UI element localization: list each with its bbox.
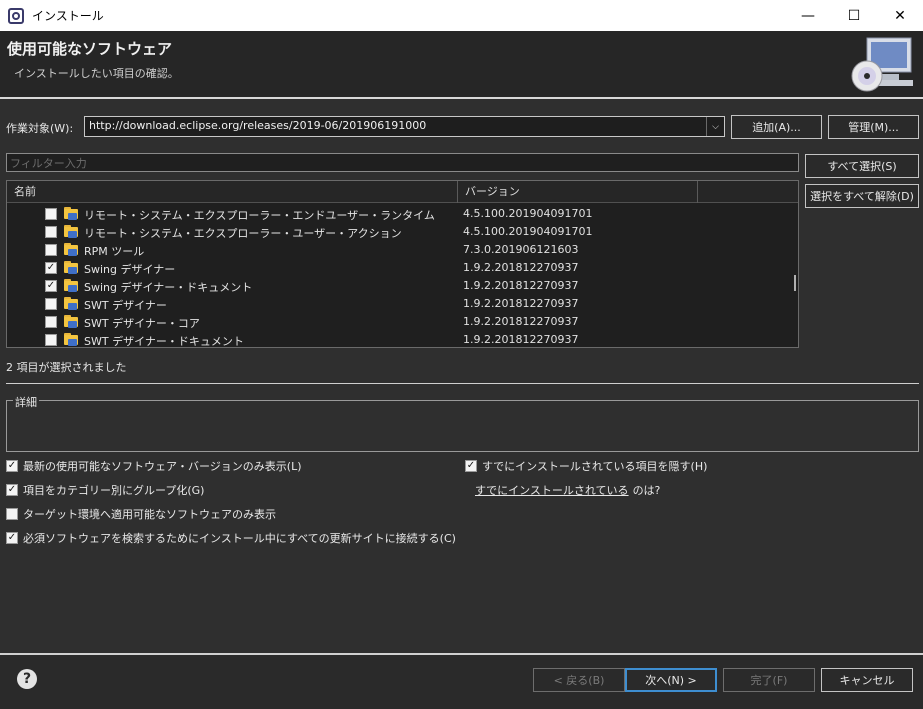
cancel-button[interactable]: キャンセル xyxy=(821,668,913,692)
selection-status: 2 項目が選択されました xyxy=(6,361,127,374)
feature-folder-icon xyxy=(64,261,80,274)
help-icon[interactable]: ? xyxy=(17,669,37,689)
contact-all-sites-checkbox[interactable]: ✓ xyxy=(6,532,18,544)
window-title: インストール xyxy=(32,9,104,23)
close-button[interactable]: ✕ xyxy=(877,0,923,31)
target-env-label: ターゲット環境へ適用可能なソフトウェアのみ表示 xyxy=(23,508,276,521)
table-row[interactable]: RPM ツール 7.3.0.201906121603 xyxy=(7,241,798,259)
row-checkbox[interactable] xyxy=(45,334,57,346)
row-version: 1.9.2.201812270937 xyxy=(463,261,579,274)
row-checkbox[interactable] xyxy=(45,244,57,256)
hide-installed-label: すでにインストールされている項目を隠す(H) xyxy=(482,460,708,473)
row-name: Swing デザイナー xyxy=(84,263,176,276)
scrollbar-thumb[interactable] xyxy=(794,275,796,291)
target-env-option[interactable]: ターゲット環境へ適用可能なソフトウェアのみ表示 xyxy=(6,506,276,522)
table-row[interactable]: SWT デザイナー・コア 1.9.2.201812270937 xyxy=(7,313,798,331)
wizard-title: 使用可能なソフトウェア xyxy=(7,40,173,58)
row-checkbox[interactable]: ✓ xyxy=(45,262,57,274)
work-with-combo[interactable]: http://download.eclipse.org/releases/201… xyxy=(84,116,725,137)
work-with-label: 作業対象(W): xyxy=(6,122,74,135)
manage-sites-button[interactable]: 管理(M)... xyxy=(828,115,919,139)
status-separator xyxy=(6,383,919,384)
column-header-extra[interactable] xyxy=(698,181,798,203)
details-label: 詳細 xyxy=(13,394,39,410)
hide-installed-option[interactable]: ✓ すでにインストールされている項目を隠す(H) xyxy=(465,458,707,474)
row-version: 7.3.0.201906121603 xyxy=(463,243,579,256)
row-name: Swing デザイナー・ドキュメント xyxy=(84,281,253,294)
row-version: 4.5.100.201904091701 xyxy=(463,207,593,220)
already-installed-link[interactable]: すでにインストールされている xyxy=(475,482,629,498)
software-tree-table[interactable]: 名前 バージョン リモート・システム・エクスプローラー・エンドユーザー・ランタイ… xyxy=(6,180,799,348)
eclipse-app-icon xyxy=(8,7,24,24)
work-with-value: http://download.eclipse.org/releases/201… xyxy=(89,119,427,132)
latest-version-only-option[interactable]: ✓ 最新の使用可能なソフトウェア・バージョンのみ表示(L) xyxy=(6,458,302,474)
group-by-category-option[interactable]: ✓ 項目をカテゴリー別にグループ化(G) xyxy=(6,482,204,498)
feature-folder-icon xyxy=(64,297,80,310)
wizard-header: 使用可能なソフトウェア インストールしたい項目の確認。 xyxy=(0,31,923,98)
row-name: SWT デザイナー xyxy=(84,299,167,312)
row-checkbox[interactable] xyxy=(45,226,57,238)
table-row[interactable]: SWT デザイナー 1.9.2.201812270937 xyxy=(7,295,798,313)
row-name: SWT デザイナー・ドキュメント xyxy=(84,335,244,348)
install-computer-cd-icon xyxy=(851,37,913,92)
feature-folder-icon xyxy=(64,207,80,220)
add-site-button[interactable]: 追加(A)... xyxy=(731,115,822,139)
row-checkbox[interactable]: ✓ xyxy=(45,280,57,292)
row-version: 1.9.2.201812270937 xyxy=(463,315,579,328)
table-row[interactable]: リモート・システム・エクスプローラー・ユーザー・アクション 4.5.100.201… xyxy=(7,223,798,241)
feature-folder-icon xyxy=(64,225,80,238)
table-row[interactable]: SWT デザイナー・ドキュメント 1.9.2.201812270937 xyxy=(7,331,798,348)
row-checkbox[interactable] xyxy=(45,316,57,328)
group-by-category-label: 項目をカテゴリー別にグループ化(G) xyxy=(23,484,205,497)
latest-version-only-checkbox[interactable]: ✓ xyxy=(6,460,18,472)
hide-installed-checkbox[interactable]: ✓ xyxy=(465,460,477,472)
filter-input[interactable]: フィルター入力 xyxy=(6,153,799,172)
feature-folder-icon xyxy=(64,279,80,292)
contact-all-sites-label: 必須ソフトウェアを検索するためにインストール中にすべての更新サイトに接続する(C… xyxy=(23,532,456,545)
maximize-button[interactable]: ☐ xyxy=(831,0,877,31)
minimize-button[interactable]: — xyxy=(785,0,831,31)
row-checkbox[interactable] xyxy=(45,208,57,220)
table-header: 名前 バージョン xyxy=(7,181,798,203)
row-name: リモート・システム・エクスプローラー・ユーザー・アクション xyxy=(84,227,402,240)
group-by-category-checkbox[interactable]: ✓ xyxy=(6,484,18,496)
already-installed-info: すでにインストールされている のは? xyxy=(475,482,660,498)
wizard-description: インストールしたい項目の確認。 xyxy=(14,67,179,80)
feature-folder-icon xyxy=(64,243,80,256)
feature-folder-icon xyxy=(64,333,80,346)
table-row[interactable]: ✓ Swing デザイナー 1.9.2.201812270937 xyxy=(7,259,798,277)
select-all-button[interactable]: すべて選択(S) xyxy=(805,154,919,178)
row-name: SWT デザイナー・コア xyxy=(84,317,200,330)
finish-button[interactable]: 完了(F) xyxy=(723,668,815,692)
window-titlebar: インストール — ☐ ✕ xyxy=(0,0,923,31)
already-installed-suffix: のは? xyxy=(632,484,661,497)
table-row[interactable]: リモート・システム・エクスプローラー・エンドユーザー・ランタイム 4.5.100.… xyxy=(7,205,798,223)
details-group: 詳細 xyxy=(6,394,919,452)
next-button[interactable]: 次へ(N) > xyxy=(625,668,717,692)
column-header-version[interactable]: バージョン xyxy=(458,181,698,203)
row-version: 1.9.2.201812270937 xyxy=(463,333,579,346)
table-scrollbar[interactable] xyxy=(794,203,797,347)
contact-all-sites-option[interactable]: ✓ 必須ソフトウェアを検索するためにインストール中にすべての更新サイトに接続する… xyxy=(6,530,456,546)
back-button[interactable]: < 戻る(B) xyxy=(533,668,625,692)
row-version: 1.9.2.201812270937 xyxy=(463,297,579,310)
column-header-name[interactable]: 名前 xyxy=(7,181,458,203)
header-separator xyxy=(0,97,923,99)
row-version: 4.5.100.201904091701 xyxy=(463,225,593,238)
row-checkbox[interactable] xyxy=(45,298,57,310)
feature-folder-icon xyxy=(64,315,80,328)
row-version: 1.9.2.201812270937 xyxy=(463,279,579,292)
deselect-all-button[interactable]: 選択をすべて解除(D) xyxy=(805,184,919,208)
target-env-checkbox[interactable] xyxy=(6,508,18,520)
row-name: リモート・システム・エクスプローラー・エンドユーザー・ランタイム xyxy=(84,209,435,222)
chevron-down-icon[interactable]: ⌵ xyxy=(706,117,724,136)
row-name: RPM ツール xyxy=(84,245,145,258)
table-row[interactable]: ✓ Swing デザイナー・ドキュメント 1.9.2.201812270937 xyxy=(7,277,798,295)
latest-version-only-label: 最新の使用可能なソフトウェア・バージョンのみ表示(L) xyxy=(23,460,302,473)
